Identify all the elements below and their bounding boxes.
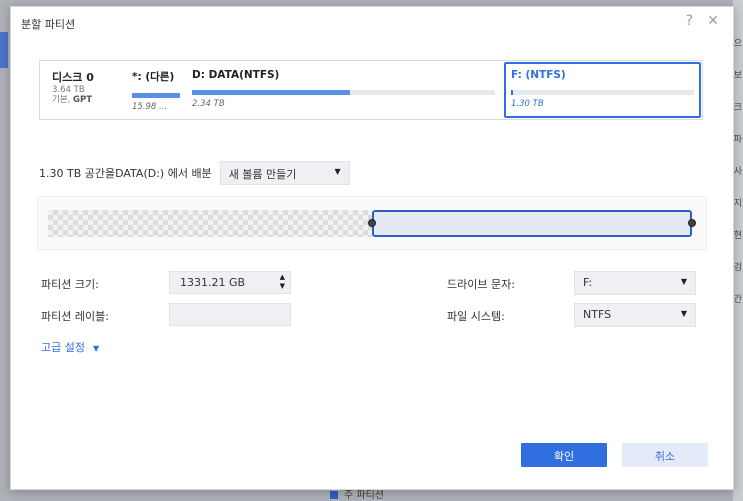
partition-label-label: 파티션 레이블: xyxy=(41,310,109,323)
split-partition-dialog: 분할 파티션 ? ✕ 디스크 0 3.64 TB 기본, GPT *: (다른)… xyxy=(10,6,734,490)
partition-usage-fill xyxy=(511,90,513,95)
partition-other[interactable]: *: (다른) 15.98 ... xyxy=(132,69,180,115)
partition-resize-area xyxy=(37,196,707,250)
background-text: 크 xyxy=(733,103,742,113)
file-system-label: 파일 시스템: xyxy=(447,310,505,323)
dropdown-arrow-icon: ▼ xyxy=(334,167,341,176)
file-system-value: NTFS xyxy=(583,308,612,321)
partition-usage-bar xyxy=(132,93,180,98)
dialog-title: 분할 파티션 xyxy=(21,18,76,31)
allocate-label: 1.30 TB 공간을DATA(D:) 에서 배분 xyxy=(39,167,212,180)
disk-type-prefix: 기본, xyxy=(52,95,74,105)
drive-letter-label: 드라이브 문자: xyxy=(447,278,515,291)
drive-letter-value: F: xyxy=(583,276,593,289)
partition-size-value: 1331.21 GB xyxy=(180,276,246,289)
disk-map: 디스크 0 3.64 TB 기본, GPT *: (다른) 15.98 ... … xyxy=(39,60,703,120)
resize-handle-left[interactable] xyxy=(368,219,376,227)
background-text: 검 xyxy=(733,263,742,273)
advanced-settings-toggle[interactable]: 고급 설정 ▼ xyxy=(41,339,99,355)
close-icon[interactable]: ✕ xyxy=(707,13,719,29)
partition-data[interactable]: D: DATA(NTFS) 2.34 TB xyxy=(192,69,495,115)
disk-info: 디스크 0 3.64 TB 기본, GPT xyxy=(52,69,132,105)
partition-usage-bar xyxy=(511,90,694,95)
spinner-icon[interactable]: ▲ ▼ xyxy=(280,273,285,291)
dropdown-arrow-icon: ▼ xyxy=(680,277,687,286)
background-text: 현 xyxy=(733,231,742,241)
triangle-down-icon: ▼ xyxy=(92,344,100,353)
background-sidebar-accent xyxy=(0,32,8,68)
background-bottom-label: 주 파티션 xyxy=(344,490,384,501)
background-right-panel: 으 보 크 파 사 지 현 검 간 xyxy=(733,0,743,501)
partition-usage-fill xyxy=(192,90,350,95)
partition-name: *: (다른) xyxy=(132,71,175,83)
partition-usage-bar xyxy=(192,90,495,95)
partition-name: D: DATA(NTFS) xyxy=(192,69,280,81)
allocate-selected-value: 새 볼륨 만들기 xyxy=(228,168,297,181)
disk-type-bold: GPT xyxy=(73,95,93,105)
partition-usage-fill xyxy=(132,93,180,98)
partition-size: 1.30 TB xyxy=(511,99,544,109)
partition-size: 15.98 ... xyxy=(132,102,168,112)
background-text: 으 xyxy=(733,39,742,49)
allocate-dropdown[interactable]: 새 볼륨 만들기 ▼ xyxy=(219,161,350,185)
dialog-title-bar: 분할 파티션 ? ✕ xyxy=(11,7,733,37)
unallocated-space xyxy=(48,210,372,237)
disk-name: 디스크 0 xyxy=(52,71,94,84)
new-partition-block[interactable] xyxy=(372,210,692,237)
partition-name: F: (NTFS) xyxy=(511,69,566,81)
file-system-dropdown[interactable]: NTFS ▼ xyxy=(574,303,696,327)
help-icon[interactable]: ? xyxy=(686,13,693,29)
resize-handle-right[interactable] xyxy=(688,219,696,227)
advanced-settings-label: 고급 설정 xyxy=(41,341,85,354)
partition-size-label: 파티션 크기: xyxy=(41,278,99,291)
partition-new-selected[interactable]: F: (NTFS) 1.30 TB xyxy=(504,62,701,118)
background-text: 간 xyxy=(733,295,742,305)
partition-size-field[interactable]: 1331.21 GB ▲ ▼ xyxy=(169,271,291,294)
partition-size: 2.34 TB xyxy=(192,99,225,109)
dropdown-arrow-icon: ▼ xyxy=(680,309,687,318)
background-text: 보 xyxy=(733,71,742,81)
disk-type: 기본, GPT xyxy=(52,95,132,105)
partition-label-input[interactable] xyxy=(169,303,291,326)
background-text: 파 xyxy=(733,135,742,145)
disk-size: 3.64 TB xyxy=(52,85,85,95)
ok-button[interactable]: 확인 xyxy=(521,443,607,467)
background-text: 지 xyxy=(733,199,742,209)
cancel-button[interactable]: 취소 xyxy=(622,443,708,467)
allocate-row: 1.30 TB 공간을DATA(D:) 에서 배분 새 볼륨 만들기 ▼ xyxy=(39,161,350,185)
drive-letter-dropdown[interactable]: F: ▼ xyxy=(574,271,696,295)
background-text: 사 xyxy=(733,167,742,177)
partition-color-icon xyxy=(330,491,338,499)
